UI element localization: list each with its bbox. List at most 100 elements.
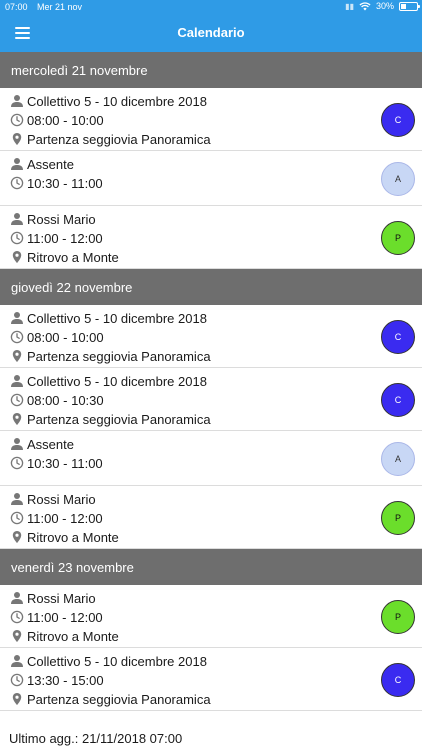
event-title-line: Rossi Mario [10, 490, 96, 508]
event-row[interactable]: Collettivo 5 - 10 dicembre 2018 08:00 - 1… [0, 305, 422, 368]
event-badge[interactable]: C [381, 103, 415, 137]
event-title: Rossi Mario [27, 211, 96, 227]
event-title: Assente [27, 436, 74, 452]
event-row[interactable]: Assente 10:30 - 11:00 A [0, 151, 422, 206]
day-header: giovedì 22 novembre [0, 269, 422, 305]
event-time: 11:00 - 12:00 [27, 609, 103, 625]
clock-icon [10, 176, 27, 190]
day-header: mercoledì 21 novembre [0, 52, 422, 88]
event-row[interactable]: Assente 10:30 - 11:00 A [0, 431, 422, 486]
event-badge[interactable]: P [381, 221, 415, 255]
person-icon [10, 212, 27, 226]
location-pin-icon [10, 349, 27, 363]
event-time: 11:00 - 12:00 [27, 510, 103, 526]
event-location: Ritrovo a Monte [27, 628, 119, 644]
location-pin-icon [10, 692, 27, 706]
location-pin-icon [10, 132, 27, 146]
event-title: Collettivo 5 - 10 dicembre 2018 [27, 653, 207, 669]
location-pin-icon [10, 530, 27, 544]
event-location: Ritrovo a Monte [27, 529, 119, 545]
event-title: Collettivo 5 - 10 dicembre 2018 [27, 310, 207, 326]
person-icon [10, 654, 27, 668]
location-pin-icon [10, 412, 27, 426]
event-title: Rossi Mario [27, 491, 96, 507]
event-location-line: Partenza seggiovia Panoramica [10, 347, 211, 365]
event-row[interactable]: Rossi Mario 11:00 - 12:00 Ritrovo a Monte P [0, 585, 422, 648]
event-time: 08:00 - 10:00 [27, 112, 104, 128]
event-time-line: 08:00 - 10:00 [10, 328, 104, 346]
person-icon [10, 437, 27, 451]
event-badge[interactable]: P [381, 600, 415, 634]
event-location: Ritrovo a Monte [27, 249, 119, 265]
event-row[interactable]: Rossi Mario 11:00 - 12:00 Ritrovo a Monte P [0, 206, 422, 269]
person-icon [10, 374, 27, 388]
event-location: Partenza seggiovia Panoramica [27, 131, 211, 147]
signal-icon: ▮▮ [345, 1, 354, 11]
event-title-line: Collettivo 5 - 10 dicembre 2018 [10, 372, 207, 390]
clock-icon [10, 456, 27, 470]
nav-bar: Calendario [0, 14, 422, 52]
status-bar: 07:00 Mer 21 nov ▮▮ 30% [0, 0, 422, 14]
event-badge[interactable]: A [381, 442, 415, 476]
event-row[interactable]: Collettivo 5 - 10 dicembre 2018 13:30 - 1… [0, 648, 422, 711]
event-time: 11:00 - 12:00 [27, 230, 103, 246]
event-badge[interactable]: C [381, 320, 415, 354]
event-row[interactable]: Collettivo 5 - 10 dicembre 2018 08:00 - 1… [0, 88, 422, 151]
event-time: 08:00 - 10:00 [27, 329, 104, 345]
event-location: Partenza seggiovia Panoramica [27, 348, 211, 364]
battery-fill [401, 3, 406, 9]
event-title-line: Rossi Mario [10, 210, 96, 228]
event-badge[interactable]: P [381, 501, 415, 535]
status-date: Mer 21 nov [37, 2, 83, 12]
event-time: 10:30 - 11:00 [27, 175, 103, 191]
person-icon [10, 591, 27, 605]
clock-icon [10, 393, 27, 407]
event-time-line: 08:00 - 10:00 [10, 111, 104, 129]
page-title: Calendario [177, 25, 245, 40]
person-icon [10, 311, 27, 325]
battery-icon [399, 1, 420, 11]
clock-icon [10, 673, 27, 687]
clock-icon [10, 511, 27, 525]
event-time-line: 13:30 - 15:00 [10, 671, 104, 689]
person-icon [10, 157, 27, 171]
event-title: Collettivo 5 - 10 dicembre 2018 [27, 93, 207, 109]
day-header: venerdì 23 novembre [0, 549, 422, 585]
status-right: ▮▮ 30% [345, 1, 420, 11]
event-location: Partenza seggiovia Panoramica [27, 691, 211, 707]
event-location-line: Partenza seggiovia Panoramica [10, 410, 211, 428]
event-badge[interactable]: C [381, 663, 415, 697]
person-icon [10, 94, 27, 108]
event-title: Collettivo 5 - 10 dicembre 2018 [27, 373, 207, 389]
event-location-line: Ritrovo a Monte [10, 528, 119, 546]
event-title-line: Collettivo 5 - 10 dicembre 2018 [10, 92, 207, 110]
clock-icon [10, 231, 27, 245]
event-location: Partenza seggiovia Panoramica [27, 411, 211, 427]
event-title: Assente [27, 156, 74, 172]
event-time: 10:30 - 11:00 [27, 455, 103, 471]
event-time: 08:00 - 10:30 [27, 392, 104, 408]
event-title-line: Collettivo 5 - 10 dicembre 2018 [10, 309, 207, 327]
event-time-line: 11:00 - 12:00 [10, 608, 103, 626]
event-title-line: Assente [10, 435, 74, 453]
event-badge[interactable]: A [381, 162, 415, 196]
person-icon [10, 492, 27, 506]
location-pin-icon [10, 629, 27, 643]
event-row[interactable]: Rossi Mario 11:00 - 12:00 Ritrovo a Monte P [0, 486, 422, 549]
last-update-text: Ultimo agg.: 21/11/2018 07:00 [9, 731, 183, 746]
event-time-line: 11:00 - 12:00 [10, 229, 103, 247]
location-pin-icon [10, 250, 27, 264]
event-title-line: Assente [10, 155, 74, 173]
event-location-line: Ritrovo a Monte [10, 248, 119, 266]
event-time-line: 10:30 - 11:00 [10, 174, 103, 192]
event-title-line: Collettivo 5 - 10 dicembre 2018 [10, 652, 207, 670]
event-time-line: 11:00 - 12:00 [10, 509, 103, 527]
event-time-line: 10:30 - 11:00 [10, 454, 103, 472]
event-title: Rossi Mario [27, 590, 96, 606]
event-title-line: Rossi Mario [10, 589, 96, 607]
event-time-line: 08:00 - 10:30 [10, 391, 104, 409]
event-time: 13:30 - 15:00 [27, 672, 104, 688]
event-row[interactable]: Collettivo 5 - 10 dicembre 2018 08:00 - 1… [0, 368, 422, 431]
clock-icon [10, 113, 27, 127]
event-badge[interactable]: C [381, 383, 415, 417]
